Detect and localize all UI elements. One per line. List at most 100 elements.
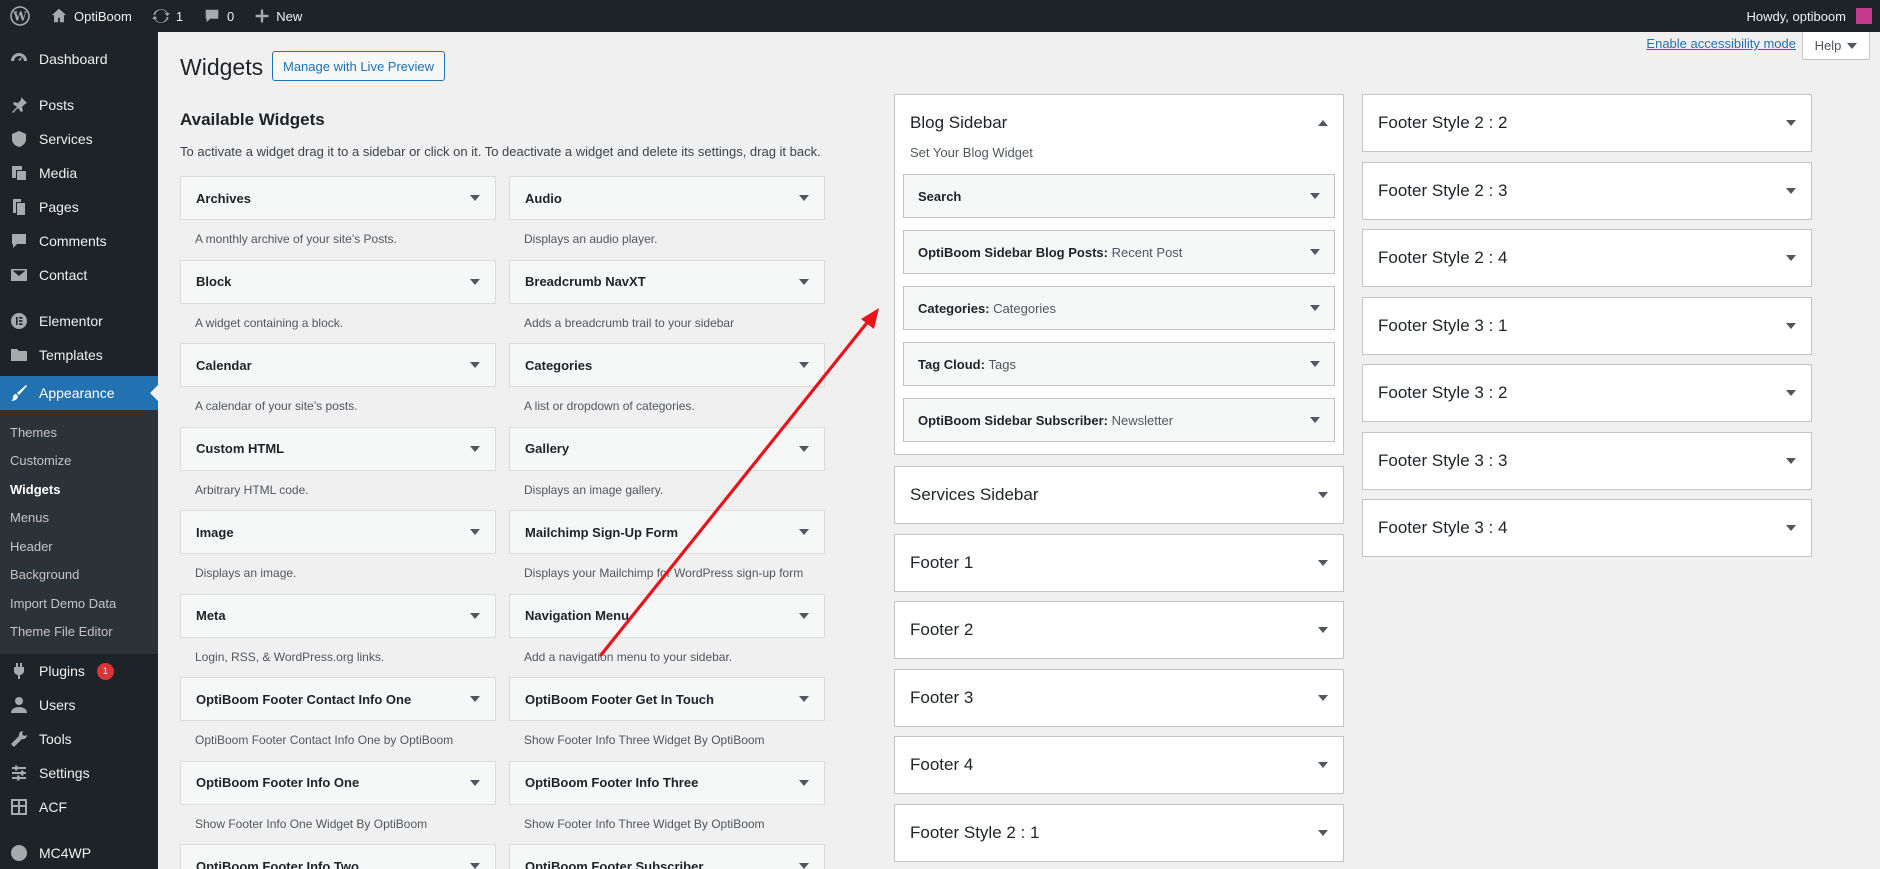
- sidebar-header[interactable]: Footer Style 3 : 4: [1363, 500, 1811, 556]
- menu-item-acf[interactable]: ACF: [0, 790, 158, 824]
- help-button[interactable]: Help: [1802, 32, 1870, 60]
- sidebar-widget[interactable]: Categories: Categories: [903, 286, 1335, 330]
- my-account-link[interactable]: Howdy, optiboom: [1737, 0, 1880, 32]
- available-widget[interactable]: OptiBoom Footer Info Two: [180, 844, 496, 869]
- caret-down-icon[interactable]: [799, 278, 809, 285]
- caret-down-icon[interactable]: [799, 195, 809, 201]
- sidebar-widget[interactable]: OptiBoom Sidebar Blog Posts: Recent Post: [903, 230, 1335, 274]
- caret-down-icon[interactable]: [799, 612, 809, 619]
- sidebar-header[interactable]: Footer Style 3 : 1: [1363, 298, 1811, 354]
- comments-link[interactable]: 0: [193, 0, 244, 32]
- sidebar-header[interactable]: Footer 4: [895, 737, 1343, 793]
- menu-item-services[interactable]: Services: [0, 122, 158, 156]
- available-widget[interactable]: Gallery: [509, 426, 825, 471]
- available-widget[interactable]: Navigation Menu: [509, 593, 825, 638]
- caret-down-icon[interactable]: [1310, 249, 1320, 255]
- submenu-background[interactable]: Background: [0, 561, 158, 590]
- sidebar-header[interactable]: Footer 3: [895, 670, 1343, 726]
- menu-item-dashboard[interactable]: Dashboard: [0, 42, 158, 76]
- caret-down-icon[interactable]: [470, 278, 480, 285]
- menu-item-comments[interactable]: Comments: [0, 224, 158, 258]
- caret-down-icon[interactable]: [1786, 457, 1796, 464]
- available-widget[interactable]: Image: [180, 510, 496, 554]
- available-widget[interactable]: OptiBoom Footer Info Three: [509, 760, 825, 805]
- caret-down-icon[interactable]: [470, 529, 480, 535]
- sidebar-header[interactable]: Footer Style 2 : 2: [1363, 95, 1811, 151]
- new-content-link[interactable]: New: [244, 0, 312, 32]
- caret-down-icon[interactable]: [470, 779, 480, 786]
- available-widget[interactable]: Breadcrumb NavXT: [509, 259, 825, 304]
- caret-down-icon[interactable]: [470, 696, 480, 702]
- caret-down-icon[interactable]: [470, 612, 480, 619]
- menu-item-media[interactable]: Media: [0, 156, 158, 190]
- menu-item-contact[interactable]: Contact: [0, 258, 158, 292]
- sidebar-header[interactable]: Footer Style 3 : 3: [1363, 433, 1811, 489]
- submenu-themes[interactable]: Themes: [0, 418, 158, 447]
- available-widget[interactable]: Categories: [509, 343, 825, 387]
- caret-down-icon[interactable]: [1786, 322, 1796, 329]
- caret-down-icon[interactable]: [1786, 390, 1796, 396]
- available-widget[interactable]: OptiBoom Footer Info One: [180, 760, 496, 805]
- submenu-menus[interactable]: Menus: [0, 504, 158, 533]
- menu-item-posts[interactable]: Posts: [0, 88, 158, 122]
- submenu-header[interactable]: Header: [0, 532, 158, 561]
- available-widget[interactable]: OptiBoom Footer Contact Info One: [180, 677, 496, 721]
- sidebar-widget[interactable]: OptiBoom Sidebar Subscriber: Newsletter: [903, 398, 1335, 442]
- wordpress-logo-icon[interactable]: W: [0, 0, 40, 32]
- sidebar-header[interactable]: Footer Style 3 : 2: [1363, 365, 1811, 421]
- caret-down-icon[interactable]: [1318, 762, 1328, 768]
- caret-down-icon[interactable]: [470, 863, 480, 869]
- sidebar-header[interactable]: Services Sidebar: [895, 467, 1343, 523]
- caret-down-icon[interactable]: [470, 445, 480, 452]
- sidebar-header[interactable]: Footer Style 2 : 1: [895, 805, 1343, 861]
- caret-down-icon[interactable]: [799, 696, 809, 702]
- available-widget[interactable]: Block: [180, 259, 496, 304]
- menu-item-tools[interactable]: Tools: [0, 722, 158, 756]
- manage-live-preview-button[interactable]: Manage with Live Preview: [272, 51, 446, 81]
- caret-down-icon[interactable]: [1318, 829, 1328, 836]
- sidebar-header[interactable]: Footer 1: [895, 535, 1343, 591]
- caret-up-icon[interactable]: [1318, 120, 1328, 126]
- site-name-link[interactable]: OptiBoom: [40, 0, 142, 32]
- caret-down-icon[interactable]: [470, 362, 480, 368]
- sidebar-widget[interactable]: Search: [903, 174, 1335, 218]
- menu-item-settings[interactable]: Settings: [0, 756, 158, 790]
- available-widget[interactable]: Calendar: [180, 343, 496, 387]
- caret-down-icon[interactable]: [799, 863, 809, 869]
- available-widget[interactable]: Meta: [180, 593, 496, 638]
- available-widget[interactable]: Archives: [180, 176, 496, 220]
- sidebar-widget[interactable]: Tag Cloud: Tags: [903, 342, 1335, 386]
- sidebar-header[interactable]: Footer Style 2 : 4: [1363, 230, 1811, 286]
- caret-down-icon[interactable]: [1318, 694, 1328, 701]
- submenu-customize[interactable]: Customize: [0, 447, 158, 476]
- caret-down-icon[interactable]: [799, 362, 809, 368]
- menu-item-users[interactable]: Users: [0, 688, 158, 722]
- sidebar-header[interactable]: Blog Sidebar: [895, 95, 1343, 151]
- accessibility-mode-link[interactable]: Enable accessibility mode: [1646, 36, 1796, 51]
- available-widget[interactable]: OptiBoom Footer Get In Touch: [509, 677, 825, 721]
- caret-down-icon[interactable]: [1310, 193, 1320, 199]
- caret-down-icon[interactable]: [470, 195, 480, 201]
- caret-down-icon[interactable]: [1786, 120, 1796, 126]
- menu-item-pages[interactable]: Pages: [0, 190, 158, 224]
- caret-down-icon[interactable]: [799, 779, 809, 786]
- caret-down-icon[interactable]: [799, 445, 809, 452]
- caret-down-icon[interactable]: [1310, 361, 1320, 367]
- caret-down-icon[interactable]: [1786, 525, 1796, 531]
- caret-down-icon[interactable]: [799, 529, 809, 535]
- submenu-theme-file-editor[interactable]: Theme File Editor: [0, 618, 158, 647]
- menu-item-templates[interactable]: Templates: [0, 338, 158, 372]
- menu-item-mc4wp[interactable]: MC4WP: [0, 836, 158, 869]
- caret-down-icon[interactable]: [1318, 559, 1328, 566]
- caret-down-icon[interactable]: [1318, 627, 1328, 633]
- submenu-widgets[interactable]: Widgets: [0, 475, 158, 504]
- available-widget[interactable]: Mailchimp Sign-Up Form: [509, 510, 825, 554]
- available-widget[interactable]: Audio: [509, 176, 825, 220]
- sidebar-header[interactable]: Footer 2: [895, 602, 1343, 658]
- caret-down-icon[interactable]: [1318, 492, 1328, 498]
- caret-down-icon[interactable]: [1786, 255, 1796, 261]
- menu-item-appearance[interactable]: Appearance: [0, 376, 158, 410]
- submenu-import-demo-data[interactable]: Import Demo Data: [0, 589, 158, 618]
- caret-down-icon[interactable]: [1786, 187, 1796, 194]
- available-widget[interactable]: Custom HTML: [180, 426, 496, 471]
